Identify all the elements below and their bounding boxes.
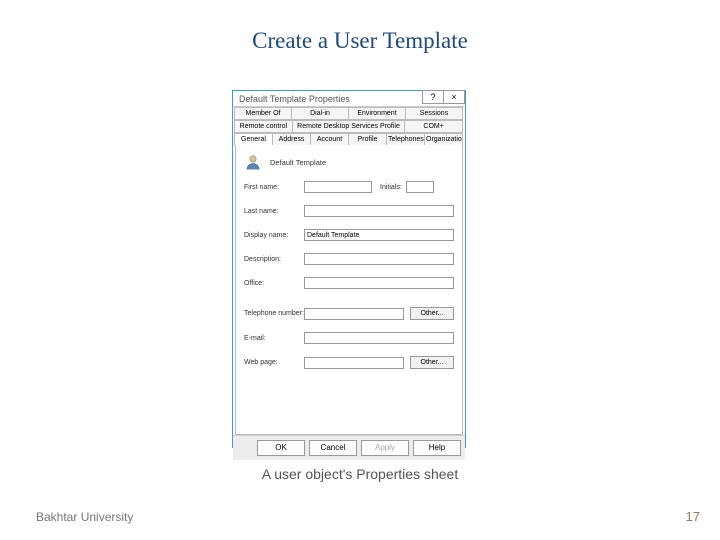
webpage-label: Web page: xyxy=(244,359,304,366)
telephone-other-button[interactable]: Other... xyxy=(410,307,454,320)
tab-dial-in[interactable]: Dial-in xyxy=(291,107,349,120)
last-name-label: Last name: xyxy=(244,208,304,215)
email-label: E-mail: xyxy=(244,335,304,342)
user-display-name: Default Template xyxy=(270,158,326,167)
first-name-field[interactable] xyxy=(304,181,372,193)
slide-caption: A user object's Properties sheet xyxy=(0,466,720,482)
office-label: Office: xyxy=(244,280,304,287)
display-name-label: Display name: xyxy=(244,232,304,239)
dialog-buttons: OK Cancel Apply Help xyxy=(233,435,465,460)
webpage-other-button[interactable]: Other... xyxy=(410,356,454,369)
webpage-field[interactable] xyxy=(304,357,404,369)
properties-dialog: Default Template Properties ? × Member O… xyxy=(232,90,466,448)
tab-sessions[interactable]: Sessions xyxy=(405,107,463,120)
initials-field[interactable] xyxy=(406,181,434,193)
tab-environment[interactable]: Environment xyxy=(348,107,406,120)
display-name-field[interactable]: Default Template xyxy=(304,229,454,241)
description-label: Description: xyxy=(244,256,304,263)
page-number: 17 xyxy=(686,509,700,524)
tab-general-content: Default Template First name: Initials: L… xyxy=(235,145,463,435)
user-icon xyxy=(244,153,262,171)
dialog-title: Default Template Properties xyxy=(233,94,350,104)
tab-com-plus[interactable]: COM+ xyxy=(404,120,463,133)
office-field[interactable] xyxy=(304,277,454,289)
telephone-label: Telephone number: xyxy=(244,310,304,317)
description-field[interactable] xyxy=(304,253,454,265)
help-dialog-button[interactable]: Help xyxy=(413,440,461,456)
slide-title: Create a User Template xyxy=(0,28,720,54)
ok-button[interactable]: OK xyxy=(257,440,305,456)
tab-member-of[interactable]: Member Of xyxy=(234,107,292,120)
help-button[interactable]: ? xyxy=(422,90,444,104)
tabs: Member Of Dial-in Environment Sessions R… xyxy=(233,107,465,435)
close-button[interactable]: × xyxy=(443,90,465,104)
dialog-titlebar: Default Template Properties ? × xyxy=(233,91,465,107)
apply-button[interactable]: Apply xyxy=(361,440,409,456)
first-name-label: First name: xyxy=(244,184,304,191)
email-field[interactable] xyxy=(304,332,454,344)
telephone-field[interactable] xyxy=(304,308,404,320)
initials-label: Initials: xyxy=(380,184,402,191)
footer-university: Bakhtar University xyxy=(36,510,133,524)
last-name-field[interactable] xyxy=(304,205,454,217)
tab-remote-control[interactable]: Remote control xyxy=(234,120,293,133)
tab-rds-profile[interactable]: Remote Desktop Services Profile xyxy=(292,120,406,133)
cancel-button[interactable]: Cancel xyxy=(309,440,357,456)
